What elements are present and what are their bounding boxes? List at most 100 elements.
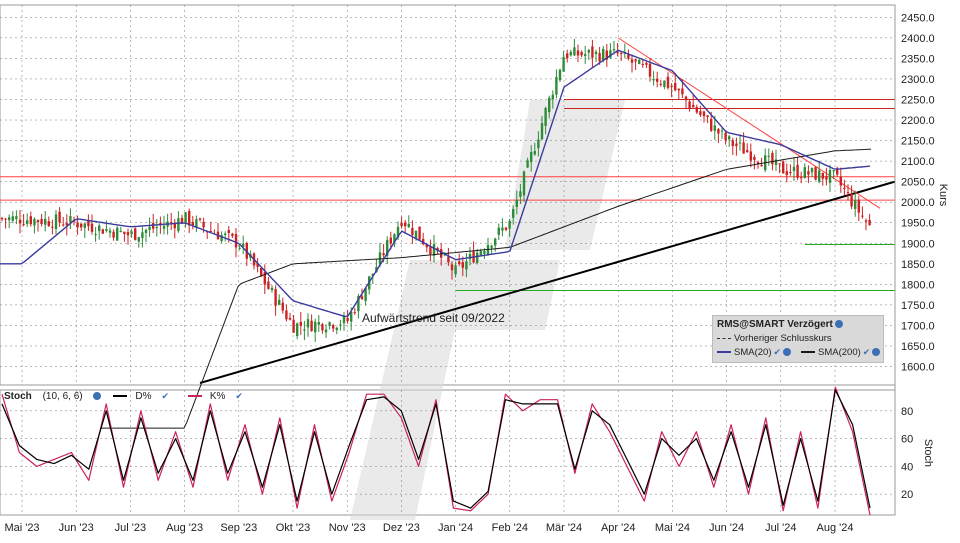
candle-body — [108, 230, 112, 233]
candle-body — [400, 222, 403, 227]
price-tick-label: 2300.0 — [901, 74, 935, 86]
stoch-params: (10, 6, 6) — [42, 391, 83, 402]
stoch-tick-label: 80 — [901, 406, 913, 418]
candle-body — [173, 223, 176, 229]
candle-body — [620, 53, 623, 55]
x-tick-label: Jul '23 — [115, 522, 146, 534]
candle-body — [864, 220, 868, 222]
candle-body — [299, 321, 302, 326]
price-tick-label: 1700.0 — [901, 320, 935, 332]
candle-body — [501, 227, 504, 231]
candle-body — [321, 324, 324, 331]
candle-body — [551, 94, 554, 100]
candle-body — [648, 63, 652, 77]
candle-body — [112, 231, 115, 238]
checkmark-icon[interactable]: ✔ — [162, 391, 170, 401]
price-tick-label: 1950.0 — [901, 218, 935, 230]
checkmark-icon[interactable]: ✔ — [773, 347, 781, 357]
candle-body — [105, 229, 108, 231]
candle-body — [562, 57, 565, 72]
candle-body — [22, 223, 25, 225]
candle-body — [789, 171, 792, 173]
candle-body — [861, 215, 864, 217]
candle-body — [234, 234, 238, 248]
checkmark-icon[interactable]: ✔ — [863, 347, 871, 357]
price-tick-label: 2200.0 — [901, 115, 935, 127]
candle-body — [317, 322, 320, 325]
candle-body — [814, 167, 817, 180]
candle-body — [767, 155, 770, 157]
candle-body — [126, 232, 130, 236]
x-tick-label: Jun '23 — [59, 522, 94, 534]
candle-body — [94, 234, 97, 236]
candle-body — [522, 171, 526, 196]
candle-body — [508, 220, 511, 229]
candle-body — [728, 136, 731, 140]
candle-body — [519, 191, 522, 197]
candle-body — [832, 170, 835, 172]
candle-body — [382, 253, 385, 256]
candle-body — [602, 48, 605, 61]
candle-body — [170, 221, 173, 223]
candle-body — [274, 289, 277, 306]
price-tick-label: 2100.0 — [901, 156, 935, 168]
candle-body — [328, 322, 331, 326]
candle-body — [702, 111, 706, 117]
candle-body — [512, 209, 515, 218]
candle-body — [33, 218, 36, 226]
price-tick-label: 2050.0 — [901, 177, 935, 189]
candle-body — [98, 225, 101, 232]
candle-body — [288, 317, 292, 320]
price-tick-label: 2400.0 — [901, 33, 935, 45]
candle-body — [238, 247, 241, 249]
candle-body — [807, 171, 810, 175]
candle-body — [612, 49, 616, 51]
candle-body — [800, 177, 803, 179]
candle-body — [29, 216, 32, 225]
candle-body — [846, 192, 850, 194]
candle-body — [162, 225, 166, 229]
x-tick-label: Jul '24 — [765, 522, 796, 534]
candle-body — [504, 227, 508, 230]
globe-icon[interactable] — [783, 348, 792, 357]
candle-body — [58, 211, 61, 223]
candle-body — [738, 142, 742, 144]
candle-body — [850, 193, 853, 207]
x-tick-label: Jun '24 — [709, 522, 744, 534]
price-axis-label: Kurs — [937, 184, 949, 207]
candle-body — [407, 223, 410, 228]
candle-body — [724, 132, 727, 141]
candle-body — [227, 229, 230, 234]
candle-body — [584, 54, 587, 57]
candle-body — [202, 221, 205, 228]
globe-icon[interactable] — [92, 392, 101, 401]
candle-body — [198, 218, 202, 220]
candle-body — [310, 320, 313, 332]
candle-body — [76, 222, 79, 228]
candle-body — [130, 231, 133, 235]
candle-body — [0, 218, 4, 220]
candle-body — [684, 96, 688, 101]
candle-body — [177, 218, 180, 232]
candle-body — [666, 76, 670, 88]
candle-body — [4, 218, 7, 220]
candle-body — [270, 287, 274, 291]
checkmark-icon[interactable]: ✔ — [235, 391, 243, 401]
globe-icon[interactable] — [872, 348, 881, 357]
candle-body — [760, 164, 763, 167]
candle-body — [314, 321, 317, 333]
candle-body — [335, 327, 338, 330]
candle-body — [674, 83, 677, 91]
candle-body — [292, 319, 295, 333]
candle-body — [69, 215, 72, 223]
candle-body — [494, 238, 497, 246]
globe-icon[interactable] — [834, 320, 843, 329]
candle-body — [792, 166, 796, 172]
candle-body — [598, 52, 601, 62]
x-tick-label: Dez '23 — [383, 522, 420, 534]
price-tick-label: 2350.0 — [901, 53, 935, 65]
candle-body — [656, 78, 659, 82]
legend-prev-close-swatch — [717, 337, 731, 339]
candle-body — [713, 125, 716, 131]
candle-body — [594, 51, 598, 55]
